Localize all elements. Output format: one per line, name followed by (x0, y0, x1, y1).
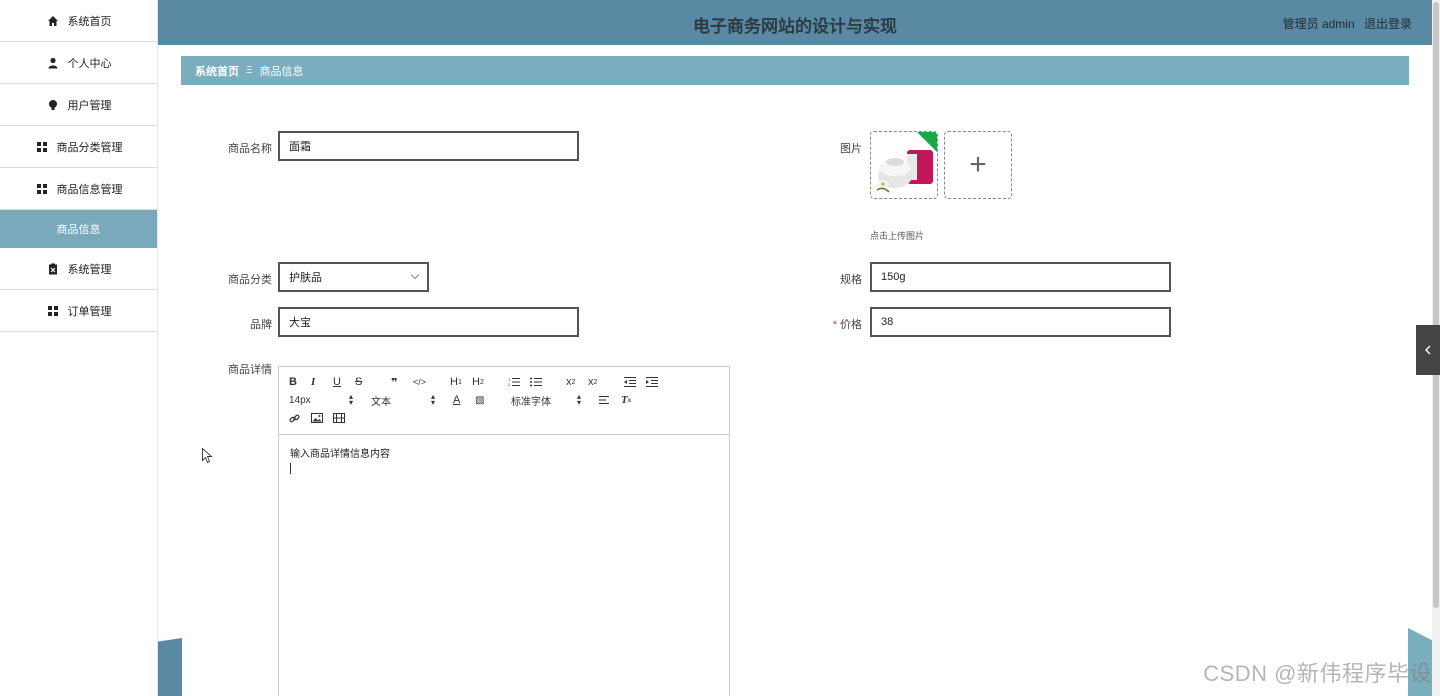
category-label: 商品分类 (228, 274, 272, 286)
updown-icon: ▴ ▾ (576, 392, 581, 407)
footer-decoration-left (158, 638, 182, 696)
italic-button[interactable]: I (311, 376, 323, 388)
ordered-list-icon[interactable]: 12 (508, 377, 521, 387)
updown-icon: ▴ ▾ (430, 392, 435, 407)
breadcrumb-current: 商品信息 (259, 65, 304, 78)
grid-icon (46, 304, 60, 318)
code-block-icon[interactable]: </> (413, 377, 426, 387)
sidebar-item-label: 商品信息管理 (56, 183, 123, 196)
required-mark: * (832, 319, 837, 331)
bold-button[interactable]: B (289, 376, 301, 388)
spec-label: 规格 (840, 274, 862, 286)
font-family-select[interactable]: 标准字体 ▴ ▾ (511, 393, 581, 408)
sidebar-item-system[interactable]: 系统管理 (0, 248, 157, 290)
sidebar-item-orders[interactable]: 订单管理 (0, 290, 157, 332)
updown-icon: ▴ ▾ (348, 392, 353, 407)
person-icon (46, 56, 60, 70)
mouse-cursor-icon (202, 448, 213, 464)
category-selected-value: 护肤品 (289, 272, 322, 284)
video-icon[interactable] (333, 413, 345, 423)
format-value: 文本 (371, 396, 391, 408)
editor-content[interactable]: 输入商品详情信息内容 (279, 435, 729, 484)
page-scrollbar-thumb[interactable] (1433, 2, 1439, 608)
sidebar-item-label: 系统首页 (67, 15, 112, 28)
bullet-list-icon[interactable] (530, 377, 543, 387)
user-role: 管理员 admin (1282, 17, 1355, 31)
subscript-button[interactable]: x2 (566, 376, 578, 388)
sidebar: 系统首页 个人中心 用户管理 商品分类管理 商品信息管理 商品信息 系统管理 订… (0, 0, 158, 696)
sidebar-item-label: 商品分类管理 (56, 141, 123, 154)
link-icon[interactable] (289, 413, 301, 424)
side-collapse-tab[interactable] (1416, 325, 1440, 375)
upload-hint: 点击上传图片 (870, 231, 925, 241)
bulb-icon (46, 98, 60, 112)
svg-text:2: 2 (508, 382, 511, 387)
font-family-value: 标准字体 (511, 396, 551, 408)
clear-format-icon[interactable]: Tx (621, 394, 633, 406)
top-header: 电子商务网站的设计与实现 管理员 admin 退出登录 (158, 0, 1432, 45)
editor-toolbar: B I U S ❞ </> H1 H2 12 x2 x2 14px ▴ ▾ 文本… (279, 367, 729, 435)
font-size-select[interactable]: 14px ▴ ▾ (289, 392, 353, 407)
spec-input[interactable]: 150g (870, 262, 1171, 292)
sidebar-item-profile[interactable]: 个人中心 (0, 42, 157, 84)
heading1-button[interactable]: H1 (450, 376, 462, 388)
font-size-value: 14px (289, 394, 311, 406)
upload-image-button[interactable]: + (944, 131, 1012, 199)
breadcrumb: 系统首页 Ξ 商品信息 (181, 56, 1409, 85)
user-bar: 管理员 admin 退出登录 (1283, 15, 1412, 32)
category-select[interactable]: 护肤品 (278, 262, 429, 292)
sidebar-subitem-product-info[interactable]: 商品信息 (0, 210, 157, 248)
brand-label: 品牌 (250, 319, 272, 331)
logout-link[interactable]: 退出登录 (1364, 17, 1412, 31)
image-label: 图片 (840, 143, 862, 155)
font-color-icon[interactable]: A (453, 394, 465, 406)
brand-input[interactable]: 大宝 (278, 307, 579, 337)
indent-icon[interactable] (646, 377, 659, 387)
price-input[interactable]: 38 (870, 307, 1171, 337)
rich-text-editor: B I U S ❞ </> H1 H2 12 x2 x2 14px ▴ ▾ 文本… (278, 366, 730, 696)
format-select[interactable]: 文本 ▴ ▾ (371, 393, 435, 408)
home-icon (46, 14, 60, 28)
grid-icon (35, 182, 49, 196)
superscript-button[interactable]: x2 (588, 376, 600, 388)
name-input[interactable]: 面霜 (278, 131, 579, 161)
sidebar-item-label: 系统管理 (67, 263, 112, 276)
underline-button[interactable]: U (333, 376, 345, 388)
sidebar-item-label: 订单管理 (67, 305, 112, 318)
align-icon[interactable] (599, 395, 611, 405)
chevron-down-icon (410, 270, 420, 280)
strike-button[interactable]: S (355, 376, 367, 388)
sidebar-item-product-management[interactable]: 商品信息管理 (0, 168, 157, 210)
sidebar-item-label: 商品信息 (56, 223, 101, 236)
heading2-button[interactable]: H2 (472, 376, 484, 388)
text-caret (290, 463, 291, 474)
background-color-icon[interactable]: ▧ (475, 395, 487, 406)
name-label: 商品名称 (228, 143, 272, 155)
csdn-watermark: CSDN @新伟程序毕设 (1203, 661, 1432, 686)
detail-label: 商品详情 (228, 364, 272, 376)
image-icon[interactable] (311, 413, 323, 423)
clipboard-icon (46, 262, 60, 276)
editor-placeholder-text: 输入商品详情信息内容 (290, 449, 390, 460)
price-label-wrap: * 价格 (782, 316, 862, 332)
sidebar-item-home[interactable]: 系统首页 (0, 0, 157, 42)
cream-jar-image (871, 132, 937, 198)
sidebar-item-label: 用户管理 (67, 99, 112, 112)
page-title: 电子商务网站的设计与实现 (693, 17, 897, 36)
sidebar-item-users[interactable]: 用户管理 (0, 84, 157, 126)
grid-icon (35, 140, 49, 154)
breadcrumb-separator: Ξ (246, 65, 253, 76)
product-image-thumbnail[interactable] (870, 131, 938, 199)
chevron-left-icon (1425, 345, 1431, 355)
sidebar-item-label: 个人中心 (67, 57, 112, 70)
blockquote-icon[interactable]: ❞ (391, 376, 403, 389)
sidebar-item-category[interactable]: 商品分类管理 (0, 126, 157, 168)
outdent-icon[interactable] (624, 377, 637, 387)
app-root: 系统首页 个人中心 用户管理 商品分类管理 商品信息管理 商品信息 系统管理 订… (0, 0, 1440, 696)
price-label: 价格 (840, 319, 862, 331)
breadcrumb-home-link[interactable]: 系统首页 (195, 63, 239, 79)
